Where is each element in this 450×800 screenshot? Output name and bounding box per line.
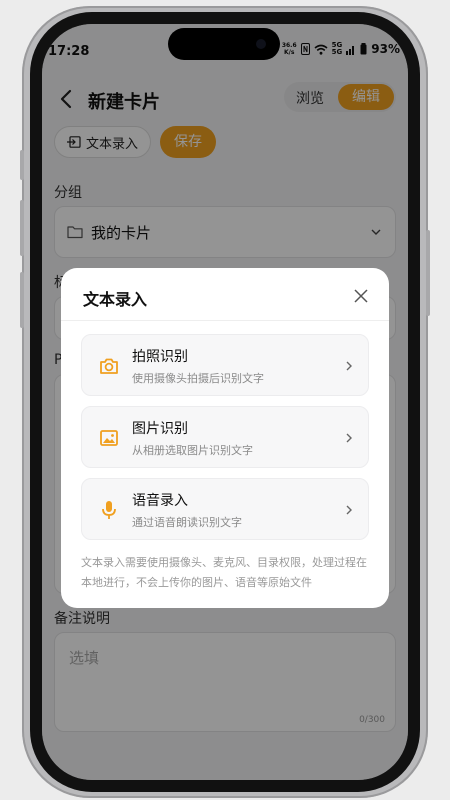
dialog-title: 文本录入 (83, 290, 148, 309)
phone-side-button-left-2 (20, 200, 24, 256)
chevron-right-icon (346, 361, 352, 371)
microphone-icon (102, 501, 116, 519)
privacy-note: 文本录入需要使用摄像头、麦克风、目录权限，处理过程在本地进行，不会上传你的图片、… (81, 556, 367, 589)
option-title: 语音录入 (132, 493, 188, 509)
close-icon[interactable] (353, 288, 369, 304)
option-description: 通过语音朗读识别文字 (132, 516, 242, 529)
option-description: 从相册选取图片识别文字 (132, 444, 253, 457)
phone-side-button-right (426, 230, 430, 316)
phone-side-button-left-1 (20, 150, 24, 180)
option-title: 拍照识别 (132, 349, 188, 365)
option-description: 使用摄像头拍摄后识别文字 (132, 372, 264, 385)
camera-icon (100, 358, 118, 374)
option-title: 图片识别 (132, 421, 188, 437)
image-recognition-option[interactable]: 图片识别 从相册选取图片识别文字 (81, 406, 369, 468)
photo-recognition-option[interactable]: 拍照识别 使用摄像头拍摄后识别文字 (81, 334, 369, 396)
image-icon (100, 430, 118, 446)
chevron-right-icon (346, 505, 352, 515)
text-entry-dialog: 文本录入 拍照识别 使用摄像头拍摄后识别文字 图片识别 从相册选取图片识别文字 … (61, 268, 389, 608)
phone-side-button-left-3 (20, 272, 24, 328)
dialog-divider (61, 320, 389, 321)
chevron-right-icon (346, 433, 352, 443)
voice-input-option[interactable]: 语音录入 通过语音朗读识别文字 (81, 478, 369, 540)
screen: 17:28 36.6 K/s 5G 5G 93% 新建卡片 浏览 编辑 文本录入… (42, 24, 408, 780)
